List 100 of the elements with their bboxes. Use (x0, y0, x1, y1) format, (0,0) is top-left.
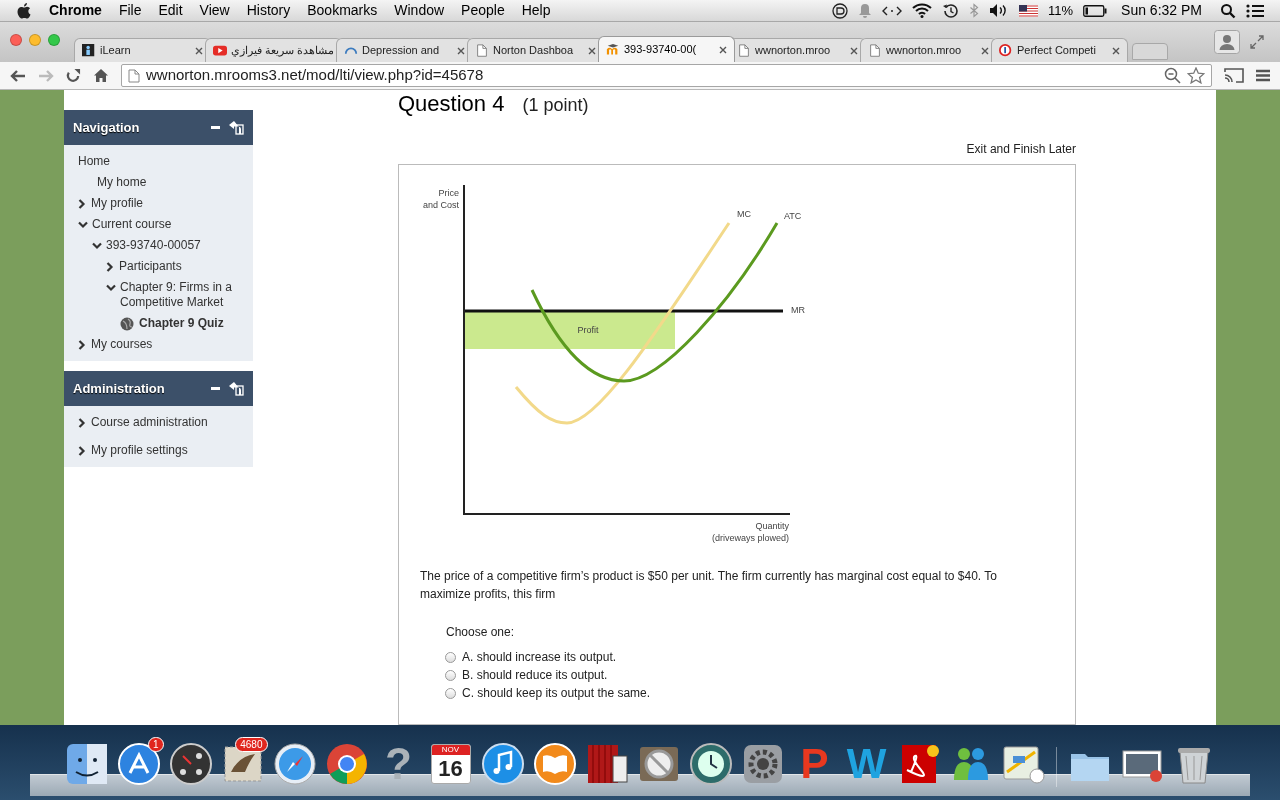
globe-icon (120, 317, 134, 331)
tab-title: wwnorton.mroo (886, 43, 963, 59)
close-icon[interactable] (195, 46, 203, 55)
nav-link[interactable]: Home (78, 154, 203, 169)
browser-tab[interactable]: 393-93740-00( (598, 36, 735, 62)
curve-label: MC (737, 209, 751, 219)
apple-logo-icon[interactable] (16, 1, 32, 20)
reload-icon[interactable] (66, 68, 81, 83)
star-icon[interactable] (1187, 67, 1205, 84)
close-icon[interactable] (981, 46, 989, 55)
person-icon (82, 43, 96, 58)
music-note-icon[interactable] (480, 742, 525, 786)
close-icon[interactable] (588, 46, 596, 55)
app-store-icon[interactable] (116, 742, 161, 786)
nav-link[interactable]: Course administration (91, 415, 216, 430)
answer-option[interactable]: A. should increase its output. (445, 650, 1054, 665)
chevron-right-icon[interactable] (78, 418, 86, 428)
curve-label: ATC (784, 211, 802, 221)
search-icon[interactable] (1220, 2, 1236, 19)
nav-link[interactable]: Current course (92, 217, 217, 232)
browser-tab[interactable]: Perfect Competi (991, 38, 1128, 62)
clock-icon[interactable] (942, 2, 959, 19)
radio-button[interactable] (445, 652, 456, 663)
battery-percentage: 11% (1048, 1, 1074, 20)
tab-title: wwnorton.mroo (755, 43, 832, 59)
dock-block-icon[interactable] (228, 120, 244, 135)
zoom-out-icon[interactable] (1164, 67, 1181, 84)
minus-icon[interactable] (211, 125, 220, 130)
nav-link[interactable]: My profile (91, 196, 216, 211)
chrome-logo-icon[interactable] (324, 742, 369, 786)
close-icon[interactable] (719, 45, 727, 54)
exit-link[interactable]: Exit and Finish Later (966, 140, 1076, 158)
chevron-right-icon[interactable] (106, 262, 114, 272)
compass-icon[interactable] (272, 742, 317, 786)
menu-item[interactable]: Help (521, 0, 551, 21)
menu-item[interactable]: File (118, 0, 142, 21)
list-icon[interactable] (1246, 3, 1264, 18)
speaker-icon[interactable] (989, 3, 1009, 18)
nav-link[interactable]: 393-93740-00057 (106, 238, 231, 253)
chevron-down-icon[interactable] (78, 221, 88, 229)
tab-title: 393-93740-00( (624, 42, 698, 58)
chevron-right-icon[interactable] (78, 446, 86, 456)
code-brackets-icon[interactable] (882, 4, 902, 17)
nav-link[interactable]: Participants (119, 259, 244, 274)
answer-option[interactable]: B. should reduce its output. (445, 668, 1054, 683)
menu-item[interactable]: View (199, 0, 230, 21)
block-title: Navigation (73, 118, 141, 137)
chevron-right-icon[interactable] (78, 340, 86, 350)
question-points: (1 point) (522, 94, 589, 117)
menu-item[interactable]: Window (394, 0, 445, 21)
nav-link[interactable]: Chapter 9 Quiz (139, 316, 253, 331)
ring-icon (999, 43, 1013, 58)
tab-title: Norton Dashboa (493, 43, 575, 59)
radio-button[interactable] (445, 670, 456, 681)
calendar-icon[interactable]: NOV 16 (430, 744, 471, 784)
app-menu[interactable]: Chrome (49, 0, 102, 21)
open-book-icon[interactable] (532, 742, 577, 786)
smiling-face-icon[interactable] (64, 742, 109, 786)
close-window-button[interactable] (10, 34, 22, 46)
line-label: MR (791, 305, 805, 315)
close-icon[interactable] (457, 46, 465, 55)
menu-icon[interactable] (1256, 69, 1270, 82)
battery-icon[interactable] (1083, 4, 1108, 17)
tab-title: Depression and (362, 43, 441, 59)
tab-title: مشاهدة سريعة فيرازي (231, 43, 335, 59)
close-icon[interactable] (850, 46, 858, 55)
menu-item[interactable]: Edit (158, 0, 183, 21)
clock-icon[interactable] (688, 742, 733, 786)
menu-item[interactable]: History (246, 0, 291, 21)
dock-block-icon[interactable] (228, 381, 244, 396)
wifi-icon[interactable] (912, 3, 932, 18)
chevron-right-icon[interactable] (78, 199, 86, 209)
chevron-down-icon[interactable] (92, 242, 102, 250)
fullscreen-icon[interactable] (1250, 35, 1264, 49)
profile-button[interactable] (1214, 30, 1240, 54)
nav-link[interactable]: Chapter 9: Firms in a Competitive Market (120, 280, 245, 310)
chevron-down-icon[interactable] (106, 284, 116, 292)
nav-link[interactable]: My courses (91, 337, 216, 352)
address-field[interactable]: wwnorton.mrooms3.net/mod/lti/view.php?id=45678 (121, 64, 1212, 87)
menu-item[interactable]: Bookmarks (307, 0, 378, 21)
circled-d-icon[interactable] (832, 2, 848, 19)
flag-icon[interactable] (1019, 4, 1038, 17)
answer-option[interactable]: C. should keep its output the same. (445, 686, 1054, 701)
minus-icon[interactable] (211, 386, 220, 391)
gauge-icon[interactable] (168, 742, 213, 786)
clock-time[interactable]: Sun 6:32 PM (1121, 0, 1202, 21)
page-icon (737, 43, 751, 58)
axis-label: Price and Cost (422, 188, 459, 210)
nav-link[interactable]: My profile settings (91, 443, 216, 458)
cast-icon[interactable] (1224, 68, 1244, 83)
close-icon[interactable] (1112, 46, 1120, 55)
back-arrow-icon[interactable] (10, 68, 26, 83)
menu-item[interactable]: People (461, 0, 505, 21)
axis-label: Quantity (driveways plowed) (711, 521, 789, 543)
nav-link[interactable]: My home (97, 175, 222, 190)
home-icon[interactable] (93, 68, 109, 83)
choose-prompt: Choose one: (446, 624, 516, 641)
page-icon (128, 68, 140, 83)
radio-button[interactable] (445, 688, 456, 699)
graduation-cap-icon (606, 42, 620, 57)
